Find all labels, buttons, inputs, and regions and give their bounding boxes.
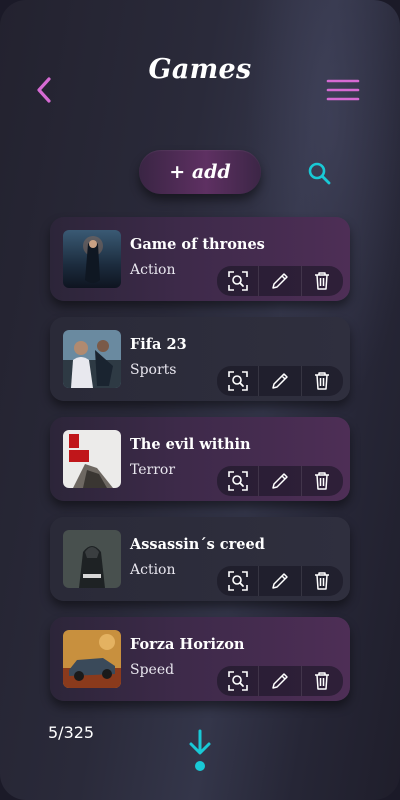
view-icon [227,671,248,691]
card-actions [217,466,343,496]
add-game-button[interactable]: + add [139,150,261,194]
load-more-button[interactable] [186,728,214,774]
arrow-down-icon [189,729,211,771]
game-cover-image [63,330,121,388]
edit-pencil-icon [272,373,288,389]
game-card[interactable]: Assassin´s creed Action [50,517,350,601]
game-cover-image [63,530,121,588]
edit-button[interactable] [258,566,300,596]
game-cover-image [63,230,121,288]
view-button[interactable] [217,366,258,396]
game-card[interactable]: Fifa 23 Sports [50,317,350,401]
view-button[interactable] [217,466,258,496]
view-icon [227,571,248,591]
game-genre: Speed [130,662,175,678]
game-genre: Action [130,562,176,578]
delete-trash-icon [315,272,330,290]
game-title: Forza Horizon [130,636,245,653]
hamburger-menu-icon [326,79,360,101]
edit-pencil-icon [272,273,288,289]
game-title: Game of thrones [130,236,265,253]
game-title: The evil within [130,436,251,453]
edit-pencil-icon [272,573,288,589]
game-title: Fifa 23 [130,336,187,353]
delete-button[interactable] [300,466,343,496]
edit-pencil-icon [272,673,288,689]
edit-button[interactable] [258,666,300,696]
delete-button[interactable] [300,266,343,296]
view-button[interactable] [217,566,258,596]
pagination-counter: 5/325 [48,723,95,742]
delete-button[interactable] [300,666,343,696]
edit-button[interactable] [258,266,300,296]
delete-trash-icon [315,672,330,690]
delete-trash-icon [315,372,330,390]
game-genre: Terror [130,462,176,478]
card-actions [217,266,343,296]
view-button[interactable] [217,266,258,296]
game-cover-image [63,630,121,688]
delete-trash-icon [315,572,330,590]
view-icon [227,371,248,391]
game-title: Assassin´s creed [130,536,265,553]
view-icon [227,271,248,291]
game-card[interactable]: Forza Horizon Speed [50,617,350,701]
view-button[interactable] [217,666,258,696]
delete-button[interactable] [300,366,343,396]
games-list: Game of thrones Action Fifa 23 Sports Th… [50,217,350,717]
game-card[interactable]: The evil within Terror [50,417,350,501]
view-icon [227,471,248,491]
delete-button[interactable] [300,566,343,596]
menu-button[interactable] [326,78,360,104]
card-actions [217,566,343,596]
card-actions [217,366,343,396]
edit-button[interactable] [258,366,300,396]
game-genre: Action [130,262,176,278]
delete-trash-icon [315,472,330,490]
game-genre: Sports [130,362,177,378]
game-card[interactable]: Game of thrones Action [50,217,350,301]
app-screen: Games + add Game of thrones Action Fifa … [0,0,400,800]
card-actions [217,666,343,696]
edit-pencil-icon [272,473,288,489]
search-icon [308,162,331,185]
game-cover-image [63,430,121,488]
search-button[interactable] [306,160,334,188]
edit-button[interactable] [258,466,300,496]
